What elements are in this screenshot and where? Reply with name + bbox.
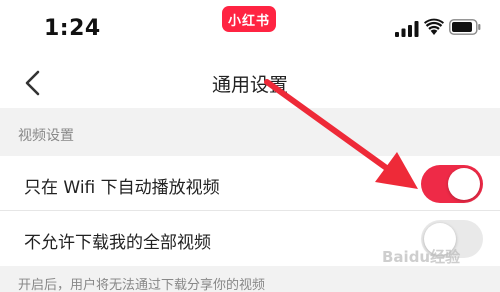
setting-label-disallow-download: 不允许下载我的全部视频: [24, 233, 211, 253]
wifi-icon: [424, 18, 444, 35]
battery-icon: [449, 19, 481, 35]
footer-note: 开启后，用户将无法通过下载分享你的视频: [18, 278, 266, 292]
wifi-autoplay-toggle[interactable]: [421, 165, 483, 203]
nav-bar: 通用设置: [0, 58, 500, 106]
status-time: 1:24: [44, 16, 101, 41]
section-title: 视频设置: [18, 128, 74, 144]
signal-icon: [395, 21, 419, 37]
setting-row-wifi-autoplay: 只在 Wifi 下自动播放视频: [0, 156, 500, 211]
toggle-knob: [448, 168, 480, 200]
status-bar: 1:24 小红书: [0, 0, 500, 58]
setting-label-wifi-autoplay: 只在 Wifi 下自动播放视频: [24, 178, 220, 198]
section-header-video-settings: 视频设置: [0, 108, 500, 156]
page-title: 通用设置: [211, 74, 288, 96]
watermark: Baidu经验: [382, 248, 461, 266]
app-badge: 小红书: [222, 6, 276, 32]
